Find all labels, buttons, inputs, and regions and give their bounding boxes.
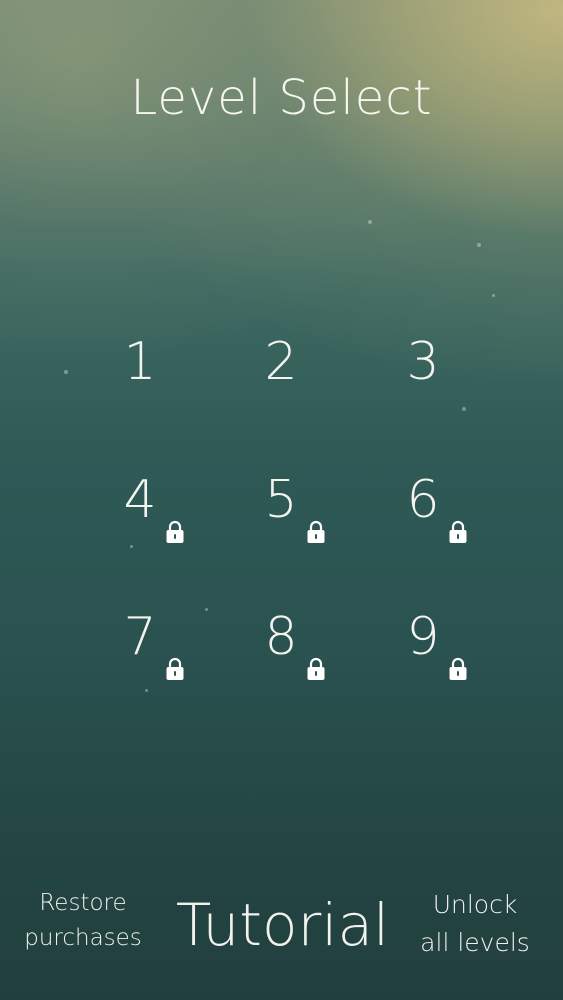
tutorial-button[interactable]: Tutorial xyxy=(175,885,390,965)
level-number: 8 xyxy=(264,607,298,667)
lock-icon xyxy=(307,657,325,680)
restore-label-line2: purchases xyxy=(24,925,142,951)
lock-icon xyxy=(449,657,467,680)
restore-label-line1: Restore xyxy=(39,890,127,916)
unlock-label-line2: all levels xyxy=(420,928,530,957)
level-number: 2 xyxy=(264,332,298,392)
lock-icon xyxy=(166,657,184,680)
tutorial-label: Tutorial xyxy=(175,891,390,959)
lock-icon xyxy=(307,520,325,543)
level-button-8[interactable]: 8 xyxy=(211,605,351,715)
level-button-2[interactable]: 2 xyxy=(211,330,351,440)
level-number: 3 xyxy=(406,332,440,392)
page-title: Level Select xyxy=(130,70,433,126)
unlock-label-line1: Unlock xyxy=(432,890,518,919)
lock-icon xyxy=(166,520,184,543)
level-button-7[interactable]: 7 xyxy=(70,605,210,715)
dust-particle xyxy=(368,220,372,224)
level-number: 5 xyxy=(264,470,298,530)
level-button-5[interactable]: 5 xyxy=(211,468,351,578)
lock-icon xyxy=(449,520,467,543)
dust-particle xyxy=(477,243,481,247)
dust-particle xyxy=(492,294,495,297)
level-number: 6 xyxy=(406,470,440,530)
level-button-9[interactable]: 9 xyxy=(353,605,493,715)
level-button-3[interactable]: 3 xyxy=(353,330,493,440)
level-button-1[interactable]: 1 xyxy=(70,330,210,440)
dust-particle xyxy=(64,370,68,374)
level-button-6[interactable]: 6 xyxy=(353,468,493,578)
unlock-all-levels-button[interactable]: Unlock all levels xyxy=(410,886,540,962)
level-number: 1 xyxy=(123,332,157,392)
level-number: 7 xyxy=(123,607,157,667)
level-number: 4 xyxy=(123,470,157,530)
level-number: 9 xyxy=(406,607,440,667)
restore-purchases-button[interactable]: Restore purchases xyxy=(18,886,148,956)
level-grid: 1 2 3 4 5 6 7 8 9 xyxy=(70,330,493,700)
level-button-4[interactable]: 4 xyxy=(70,468,210,578)
